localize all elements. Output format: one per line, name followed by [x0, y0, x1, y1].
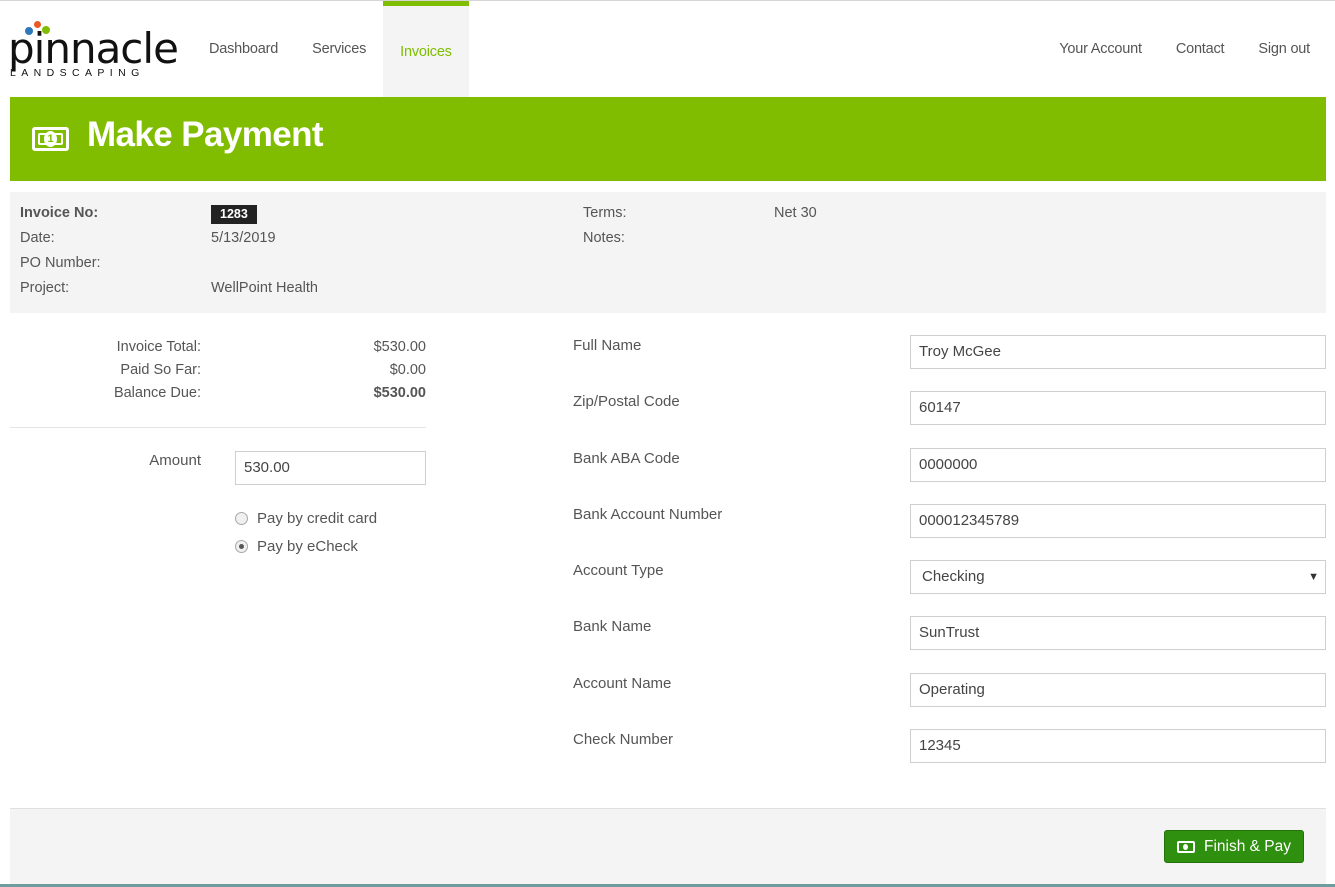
amount-input[interactable]: 530.00 — [235, 451, 426, 485]
top-navbar: pinnacle LANDSCAPING Dashboard Services … — [0, 0, 1335, 97]
finish-and-pay-button[interactable]: Finish & Pay — [1164, 830, 1304, 863]
pay-by-credit-card-option[interactable]: Pay by credit card — [235, 510, 377, 527]
invoice-number-badge: 1283 — [211, 205, 257, 224]
nav-services[interactable]: Services — [295, 1, 383, 97]
full-name-input[interactable]: Troy McGee — [910, 335, 1326, 369]
main-nav: Dashboard Services Invoices — [192, 1, 469, 98]
zip-label: Zip/Postal Code — [573, 393, 680, 410]
check-number-input[interactable]: 12345 — [910, 729, 1326, 763]
account-name-label: Account Name — [573, 675, 672, 692]
nav-your-account[interactable]: Your Account — [1041, 1, 1158, 97]
echeck-radio-label: Pay by eCheck — [257, 538, 358, 555]
po-number-label: PO Number: — [20, 255, 101, 271]
page-header: 1 Make Payment — [10, 97, 1326, 181]
aba-code-input[interactable]: 0000000 — [910, 448, 1326, 482]
notes-label: Notes: — [583, 230, 625, 246]
bank-name-input[interactable]: SunTrust — [910, 616, 1326, 650]
money-bill-icon — [1176, 840, 1195, 853]
nav-dashboard[interactable]: Dashboard — [192, 1, 295, 97]
logo-tagline: LANDSCAPING — [10, 67, 145, 79]
account-type-select[interactable]: Checking ▼ — [910, 560, 1326, 594]
project-value: WellPoint Health — [211, 280, 318, 296]
invoice-details-panel: Invoice No: 1283 Date: 5/13/2019 PO Numb… — [10, 192, 1326, 313]
account-number-input[interactable]: 000012345789 — [910, 504, 1326, 538]
invoice-totals: Invoice Total: $530.00 Paid So Far: $0.0… — [10, 336, 426, 405]
account-type-value: Checking — [922, 568, 985, 585]
nav-sign-out[interactable]: Sign out — [1240, 1, 1326, 97]
project-label: Project: — [20, 280, 70, 296]
account-nav: Your Account Contact Sign out — [1041, 1, 1326, 98]
full-name-label: Full Name — [573, 337, 642, 354]
logo-wordmark: pinnacle — [8, 24, 179, 73]
finish-and-pay-label: Finish & Pay — [1203, 837, 1291, 855]
bank-name-label: Bank Name — [573, 618, 652, 635]
invoice-total-row: Invoice Total: $530.00 — [10, 336, 426, 359]
credit-card-radio[interactable] — [235, 512, 248, 525]
zip-input[interactable]: 60147 — [910, 391, 1326, 425]
aba-code-label: Bank ABA Code — [573, 450, 680, 467]
terms-label: Terms: — [583, 205, 627, 221]
paid-so-far-row: Paid So Far: $0.00 — [10, 359, 426, 382]
nav-invoices[interactable]: Invoices — [383, 1, 469, 97]
credit-card-radio-label: Pay by credit card — [257, 510, 378, 527]
paid-so-far-value: $0.00 — [389, 362, 426, 378]
balance-due-label: Balance Due: — [113, 385, 201, 401]
money-bill-icon: 1 — [32, 127, 69, 151]
account-number-label: Bank Account Number — [573, 506, 723, 523]
date-value: 5/13/2019 — [211, 230, 276, 246]
amount-label: Amount — [149, 452, 201, 469]
echeck-radio[interactable] — [235, 540, 248, 553]
pay-by-echeck-option[interactable]: Pay by eCheck — [235, 538, 358, 555]
account-name-input[interactable]: Operating — [910, 673, 1326, 707]
pinnacle-logo[interactable]: pinnacle LANDSCAPING — [8, 19, 179, 81]
date-label: Date: — [20, 230, 55, 246]
page-title: Make Payment — [87, 115, 324, 154]
invoice-total-label: Invoice Total: — [116, 339, 201, 355]
balance-due-value: $530.00 — [373, 385, 426, 401]
paid-so-far-label: Paid So Far: — [120, 362, 201, 378]
terms-value: Net 30 — [774, 205, 817, 221]
totals-divider — [10, 427, 426, 428]
check-number-label: Check Number — [573, 731, 674, 748]
account-type-label: Account Type — [573, 562, 664, 579]
nav-contact[interactable]: Contact — [1158, 1, 1241, 97]
invoice-no-label: Invoice No: — [20, 205, 99, 221]
balance-due-row: Balance Due: $530.00 — [10, 382, 426, 405]
form-footer — [10, 808, 1326, 887]
dropdown-caret-icon: ▼ — [1308, 571, 1319, 583]
invoice-total-value: $530.00 — [373, 339, 426, 355]
